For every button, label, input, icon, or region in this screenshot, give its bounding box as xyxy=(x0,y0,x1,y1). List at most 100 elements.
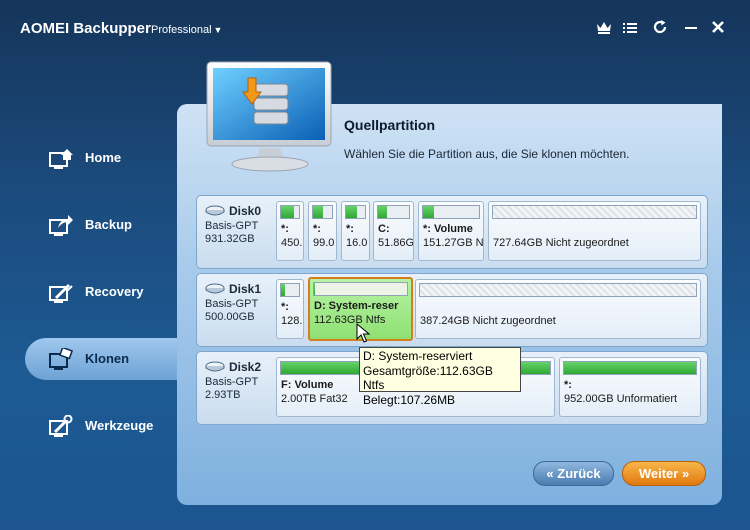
crown-icon[interactable] xyxy=(594,19,614,41)
usage-fill xyxy=(564,362,696,374)
refresh-icon[interactable] xyxy=(650,19,670,41)
close-icon[interactable] xyxy=(708,19,728,41)
usage-bar xyxy=(313,282,408,296)
edition-dropdown[interactable]: Professional ▼ xyxy=(151,24,222,36)
unallocated-bar xyxy=(419,283,697,297)
sidebar-item-clone[interactable]: Klonen xyxy=(25,338,177,380)
usage-bar xyxy=(377,205,410,219)
partition-label: *: xyxy=(281,301,289,313)
title-bar: AOMEI Backupper Professional ▼ xyxy=(0,0,750,60)
disk-icon xyxy=(205,283,225,294)
back-button[interactable]: « Zurück xyxy=(533,461,614,486)
unallocated-bar xyxy=(492,205,697,219)
unallocated-space[interactable]: 387.24GB Nicht zugeordnet xyxy=(415,279,701,339)
partition-size: 16.0 xyxy=(346,237,368,249)
page-subtitle: Wählen Sie die Partition aus, die Sie kl… xyxy=(344,147,630,161)
next-arrows-icon: » xyxy=(681,466,690,481)
partition-size: 51.86G xyxy=(378,237,414,249)
sidebar-item-home[interactable]: Home xyxy=(25,137,177,179)
edition-label: Professional xyxy=(151,24,212,36)
unallocated-space[interactable]: 727.64GB Nicht zugeordnet xyxy=(488,201,701,261)
usage-fill xyxy=(281,284,285,296)
partition-label: C: xyxy=(378,223,390,235)
computer-clone-illustration xyxy=(204,60,336,175)
sidebar-item-label: Recovery xyxy=(85,284,144,299)
sidebar-item-label: Backup xyxy=(85,217,132,232)
disk-size: 2.93TB xyxy=(205,389,241,401)
partition-label: F: Volume xyxy=(281,379,334,391)
partition[interactable]: C: 51.86G xyxy=(373,201,414,261)
disk-row-disk0: Disk0 Basis-GPT 931.32GB *: 450. *: 99.0… xyxy=(196,195,708,269)
disk-name: Disk1 xyxy=(205,282,277,298)
tools-icon xyxy=(48,414,74,439)
partition[interactable]: *: 952.00GB Unformatiert xyxy=(559,357,701,417)
sidebar-item-backup[interactable]: Backup xyxy=(25,204,177,246)
partition[interactable]: *: 99.0 xyxy=(308,201,337,261)
partition-size: 450. xyxy=(281,237,303,249)
partition-label: *: xyxy=(346,223,354,235)
disk-row-disk1: Disk1 Basis-GPT 500.00GB *: 128. D: Syst… xyxy=(196,273,708,347)
sidebar-item-label: Home xyxy=(85,150,122,165)
disk-name: Disk0 xyxy=(205,204,277,220)
usage-fill xyxy=(378,206,388,218)
disk-info: Disk0 Basis-GPT 931.32GB xyxy=(205,204,277,246)
next-button-label: Weiter xyxy=(638,466,679,481)
disk-name: Disk2 xyxy=(205,360,277,376)
disk-info: Disk1 Basis-GPT 500.00GB xyxy=(205,282,277,324)
usage-fill xyxy=(313,206,323,218)
partition-label: *: Volume xyxy=(423,223,473,235)
partition-label: *: xyxy=(313,223,321,235)
partition[interactable]: *: 16.0 xyxy=(341,201,370,261)
minimize-icon[interactable] xyxy=(681,19,701,41)
disk-type: Basis-GPT xyxy=(205,298,259,310)
disk-info: Disk2 Basis-GPT 2.93TB xyxy=(205,360,277,402)
recovery-icon xyxy=(48,281,74,305)
partition-label: *: xyxy=(564,379,572,391)
back-arrows-icon: « xyxy=(546,466,554,481)
partition[interactable]: *: 128. xyxy=(276,279,304,339)
menu-icon[interactable] xyxy=(620,19,640,41)
app-title: AOMEI Backupper xyxy=(20,20,151,37)
usage-fill xyxy=(346,206,358,218)
clone-icon xyxy=(48,346,74,372)
sidebar-item-label: Werkzeuge xyxy=(85,418,154,433)
usage-bar xyxy=(345,205,366,219)
partition-label: *: xyxy=(281,223,289,235)
partition[interactable]: *: 450. xyxy=(276,201,304,261)
disk-type: Basis-GPT xyxy=(205,220,259,232)
partition-size: 387.24GB Nicht zugeordnet xyxy=(420,315,556,327)
mouse-cursor-icon xyxy=(356,323,370,343)
usage-bar xyxy=(422,205,480,219)
sidebar-item-recovery[interactable]: Recovery xyxy=(25,271,177,313)
usage-bar xyxy=(280,205,300,219)
back-button-label: Zurück xyxy=(557,466,601,481)
disk-size: 500.00GB xyxy=(205,311,255,323)
page-title: Quellpartition xyxy=(344,117,435,133)
home-icon xyxy=(48,147,74,171)
sidebar-item-tools[interactable]: Werkzeuge xyxy=(25,405,190,447)
partition-size: 151.27GB N xyxy=(423,237,484,249)
disk-icon xyxy=(205,361,225,372)
usage-fill xyxy=(423,206,435,218)
partition-size: 112.63GB Ntfs xyxy=(314,314,386,326)
disk-type: Basis-GPT xyxy=(205,376,259,388)
tooltip-line: Gesamtgröße:112.63GB Ntfs xyxy=(363,363,493,393)
usage-fill xyxy=(281,206,294,218)
tooltip-line: Belegt:107.26MB xyxy=(363,392,456,407)
usage-fill xyxy=(314,283,315,295)
next-button[interactable]: Weiter » xyxy=(622,461,706,486)
partition-size: 2.00TB Fat32 xyxy=(281,393,348,405)
app-window: AOMEI Backupper Professional ▼ Home Backu… xyxy=(0,0,750,530)
backup-icon xyxy=(48,214,74,238)
partition-size: 727.64GB Nicht zugeordnet xyxy=(493,237,629,249)
partition-label: D: System-reser xyxy=(314,300,399,312)
sidebar-item-label: Klonen xyxy=(85,351,130,366)
usage-bar xyxy=(312,205,333,219)
partition-tooltip: D: System-reserviert Gesamtgröße:112.63G… xyxy=(359,347,521,407)
disk-size: 931.32GB xyxy=(205,233,255,245)
caret-down-icon: ▼ xyxy=(213,25,223,35)
partition-size: 952.00GB Unformatiert xyxy=(564,393,678,405)
tooltip-line: D: System-reserviert xyxy=(363,349,473,363)
partition-size: 128. xyxy=(281,315,303,327)
partition[interactable]: *: Volume 151.27GB N xyxy=(418,201,484,261)
